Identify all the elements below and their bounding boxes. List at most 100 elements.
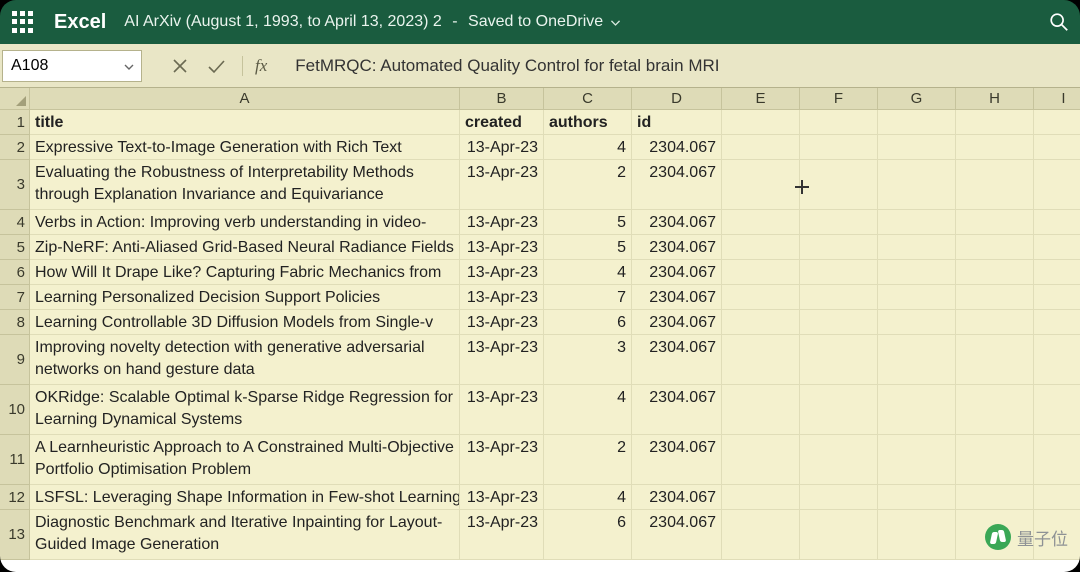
cell[interactable] bbox=[800, 160, 878, 210]
cell[interactable]: 13-Apr-23 bbox=[460, 335, 544, 385]
cell[interactable] bbox=[800, 485, 878, 510]
cell[interactable]: id bbox=[632, 110, 722, 135]
cell[interactable] bbox=[722, 260, 800, 285]
row-header[interactable]: 10 bbox=[0, 385, 30, 435]
cell[interactable] bbox=[956, 285, 1034, 310]
fx-label[interactable]: fx bbox=[242, 56, 267, 76]
cell[interactable] bbox=[800, 435, 878, 485]
cell[interactable] bbox=[722, 435, 800, 485]
row-header[interactable]: 3 bbox=[0, 160, 30, 210]
row-header[interactable]: 13 bbox=[0, 510, 30, 560]
cell[interactable]: 2304.067 bbox=[632, 310, 722, 335]
cell[interactable] bbox=[956, 335, 1034, 385]
cell[interactable]: 2304.067 bbox=[632, 510, 722, 560]
cell[interactable] bbox=[1034, 285, 1080, 310]
cell[interactable]: 13-Apr-23 bbox=[460, 310, 544, 335]
cell[interactable] bbox=[878, 435, 956, 485]
cell[interactable] bbox=[722, 110, 800, 135]
cell[interactable]: 2304.067 bbox=[632, 285, 722, 310]
row-header[interactable]: 12 bbox=[0, 485, 30, 510]
spreadsheet-grid[interactable]: ABCDEFGHI 12345678910111213 titlecreated… bbox=[0, 88, 1080, 572]
row-header[interactable]: 8 bbox=[0, 310, 30, 335]
cell[interactable]: 13-Apr-23 bbox=[460, 160, 544, 210]
cell-area[interactable]: titlecreatedauthorsidExpressive Text-to-… bbox=[30, 110, 1080, 572]
cell[interactable] bbox=[1034, 485, 1080, 510]
cell[interactable]: 2304.067 bbox=[632, 210, 722, 235]
cell[interactable]: LSFSL: Leveraging Shape Information in F… bbox=[30, 485, 460, 510]
cell[interactable] bbox=[722, 160, 800, 210]
cell[interactable] bbox=[956, 385, 1034, 435]
column-header-H[interactable]: H bbox=[956, 88, 1034, 110]
cell[interactable] bbox=[878, 310, 956, 335]
cell[interactable]: 13-Apr-23 bbox=[460, 135, 544, 160]
cell[interactable] bbox=[722, 335, 800, 385]
cell[interactable]: How Will It Drape Like? Capturing Fabric… bbox=[30, 260, 460, 285]
cell[interactable]: Diagnostic Benchmark and Iterative Inpai… bbox=[30, 510, 460, 560]
cancel-icon[interactable] bbox=[170, 56, 190, 76]
cell[interactable] bbox=[1034, 310, 1080, 335]
cell[interactable] bbox=[1034, 385, 1080, 435]
cell[interactable] bbox=[1034, 110, 1080, 135]
cell[interactable]: A Learnheuristic Approach to A Constrain… bbox=[30, 435, 460, 485]
cell[interactable] bbox=[956, 310, 1034, 335]
cell[interactable]: authors bbox=[544, 110, 632, 135]
row-header[interactable]: 7 bbox=[0, 285, 30, 310]
app-launcher-icon[interactable] bbox=[10, 9, 36, 35]
file-title-dropdown[interactable]: AI ArXiv (August 1, 1993, to April 13, 2… bbox=[124, 13, 622, 31]
search-icon[interactable] bbox=[1048, 11, 1070, 33]
column-header-C[interactable]: C bbox=[544, 88, 632, 110]
cell[interactable] bbox=[722, 135, 800, 160]
cell[interactable] bbox=[800, 235, 878, 260]
cell[interactable]: 2304.067 bbox=[632, 260, 722, 285]
column-header-F[interactable]: F bbox=[800, 88, 878, 110]
cell[interactable] bbox=[956, 485, 1034, 510]
column-headers[interactable]: ABCDEFGHI bbox=[30, 88, 1080, 110]
cell[interactable] bbox=[800, 135, 878, 160]
row-header[interactable]: 6 bbox=[0, 260, 30, 285]
column-header-G[interactable]: G bbox=[878, 88, 956, 110]
column-header-B[interactable]: B bbox=[460, 88, 544, 110]
cell[interactable] bbox=[878, 485, 956, 510]
cell[interactable]: title bbox=[30, 110, 460, 135]
cell[interactable] bbox=[956, 210, 1034, 235]
cell[interactable]: 13-Apr-23 bbox=[460, 510, 544, 560]
cell[interactable]: 13-Apr-23 bbox=[460, 210, 544, 235]
cell[interactable]: Evaluating the Robustness of Interpretab… bbox=[30, 160, 460, 210]
cell[interactable] bbox=[800, 210, 878, 235]
row-header[interactable]: 9 bbox=[0, 335, 30, 385]
cell[interactable]: created bbox=[460, 110, 544, 135]
cell[interactable]: 13-Apr-23 bbox=[460, 235, 544, 260]
row-header[interactable]: 5 bbox=[0, 235, 30, 260]
row-headers[interactable]: 12345678910111213 bbox=[0, 110, 30, 560]
column-header-A[interactable]: A bbox=[30, 88, 460, 110]
cell[interactable] bbox=[878, 260, 956, 285]
cell[interactable]: Improving novelty detection with generat… bbox=[30, 335, 460, 385]
row-header[interactable]: 2 bbox=[0, 135, 30, 160]
column-header-I[interactable]: I bbox=[1034, 88, 1080, 110]
cell[interactable] bbox=[800, 285, 878, 310]
cell[interactable] bbox=[878, 135, 956, 160]
accept-icon[interactable] bbox=[206, 56, 226, 76]
cell[interactable] bbox=[1034, 260, 1080, 285]
cell[interactable] bbox=[800, 385, 878, 435]
cell[interactable]: 13-Apr-23 bbox=[460, 385, 544, 435]
cell[interactable] bbox=[878, 110, 956, 135]
cell[interactable] bbox=[722, 235, 800, 260]
cell[interactable] bbox=[956, 235, 1034, 260]
cell[interactable]: 2304.067 bbox=[632, 385, 722, 435]
cell[interactable] bbox=[800, 510, 878, 560]
cell[interactable] bbox=[800, 335, 878, 385]
cell[interactable]: Learning Controllable 3D Diffusion Model… bbox=[30, 310, 460, 335]
cell[interactable] bbox=[878, 335, 956, 385]
cell[interactable] bbox=[722, 310, 800, 335]
cell[interactable]: 3 bbox=[544, 335, 632, 385]
select-all-cell[interactable] bbox=[0, 88, 30, 110]
cell[interactable]: 4 bbox=[544, 135, 632, 160]
cell[interactable] bbox=[956, 160, 1034, 210]
cell[interactable] bbox=[1034, 435, 1080, 485]
cell[interactable] bbox=[878, 510, 956, 560]
cell[interactable]: OKRidge: Scalable Optimal k-Sparse Ridge… bbox=[30, 385, 460, 435]
cell[interactable]: 5 bbox=[544, 235, 632, 260]
cell[interactable]: Learning Personalized Decision Support P… bbox=[30, 285, 460, 310]
cell[interactable] bbox=[1034, 160, 1080, 210]
